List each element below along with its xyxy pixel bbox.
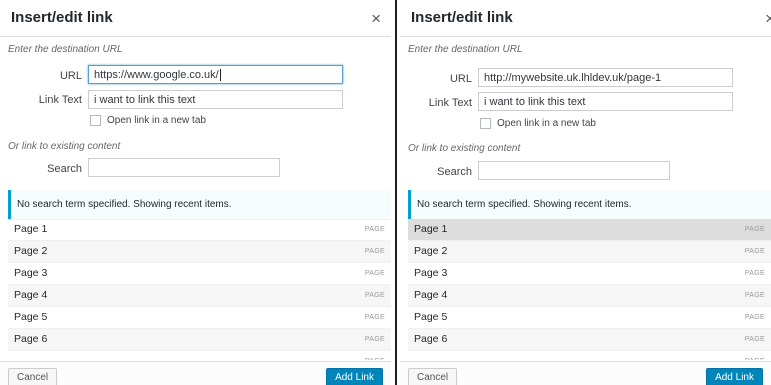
result-title: Page 5 — [14, 311, 48, 323]
result-type: PAGE — [745, 351, 765, 360]
result-row[interactable]: Page 1 PAGE — [408, 219, 771, 241]
search-label: Search — [47, 163, 82, 175]
divider — [0, 36, 391, 37]
result-row[interactable]: Page 5 PAGE — [408, 307, 771, 329]
search-input[interactable] — [478, 161, 670, 180]
new-tab-checkbox[interactable] — [90, 115, 101, 126]
result-row[interactable]: Page 2 PAGE — [8, 241, 391, 263]
result-type: PAGE — [364, 248, 385, 255]
link-text-label: Link Text — [38, 94, 82, 106]
dialog-footer: Cancel Add Link — [0, 361, 391, 385]
result-title: Page 3 — [14, 267, 48, 279]
result-row[interactable]: Page 1 PAGE — [8, 219, 391, 241]
url-label: URL — [449, 73, 472, 85]
link-dialog-left: Insert/edit link × Enter the destination… — [0, 0, 391, 385]
results-notice: No search term specified. Showing recent… — [408, 190, 771, 219]
result-type: PAGE — [744, 248, 765, 255]
search-label: Search — [437, 166, 472, 178]
link-text-input[interactable]: i want to link this text — [478, 92, 733, 111]
text-caret — [219, 69, 221, 82]
divider — [400, 36, 771, 37]
result-type: PAGE — [744, 336, 765, 343]
result-type: PAGE — [364, 292, 385, 299]
link-text-label: Link Text — [428, 97, 472, 109]
result-row[interactable]: Page 4 PAGE — [8, 285, 391, 307]
result-type: PAGE — [744, 226, 765, 233]
url-label: URL — [59, 70, 82, 82]
url-hint: Enter the destination URL — [408, 44, 523, 55]
add-link-button[interactable]: Add Link — [706, 368, 763, 385]
existing-content-hint: Or link to existing content — [408, 143, 521, 154]
new-tab-label: Open link in a new tab — [497, 118, 596, 129]
screenshot-divider — [391, 0, 400, 385]
result-title: Page 6 — [14, 333, 48, 345]
result-title: Page 2 — [414, 245, 448, 257]
existing-content-hint: Or link to existing content — [8, 141, 121, 152]
link-text-input[interactable]: i want to link this text — [88, 90, 343, 109]
search-input[interactable] — [88, 158, 280, 177]
dialog-footer: Cancel Add Link — [400, 361, 771, 385]
result-title: Page 6 — [414, 333, 448, 345]
close-icon[interactable]: × — [371, 9, 381, 29]
result-row[interactable]: PAGE — [408, 351, 771, 360]
result-row[interactable]: Page 6 PAGE — [408, 329, 771, 351]
result-title: Page 5 — [414, 311, 448, 323]
link-dialog-right: Insert/edit link × Enter the destination… — [400, 0, 771, 385]
url-input[interactable]: https://www.google.co.uk/ — [88, 65, 343, 84]
dialog-title: Insert/edit link — [11, 9, 113, 26]
result-type: PAGE — [744, 292, 765, 299]
cancel-button[interactable]: Cancel — [8, 368, 58, 385]
result-title: Page 4 — [414, 289, 448, 301]
search-results: No search term specified. Showing recent… — [408, 190, 771, 360]
new-tab-checkbox[interactable] — [480, 118, 491, 129]
new-tab-label: Open link in a new tab — [107, 115, 206, 126]
result-row[interactable]: Page 2 PAGE — [408, 241, 771, 263]
result-title: Page 4 — [14, 289, 48, 301]
result-type: PAGE — [744, 314, 765, 321]
close-icon[interactable]: × — [765, 9, 771, 29]
search-results: No search term specified. Showing recent… — [8, 190, 391, 360]
result-row[interactable]: Page 3 PAGE — [8, 263, 391, 285]
result-title: Page 2 — [14, 245, 48, 257]
result-title: Page 1 — [14, 223, 48, 235]
result-type: PAGE — [364, 270, 385, 277]
result-row[interactable]: Page 4 PAGE — [408, 285, 771, 307]
cancel-button[interactable]: Cancel — [408, 368, 458, 385]
result-type: PAGE — [364, 314, 385, 321]
result-row[interactable]: PAGE — [8, 351, 391, 360]
result-type: PAGE — [744, 270, 765, 277]
result-type: PAGE — [365, 351, 385, 360]
result-title: Page 1 — [414, 223, 448, 235]
result-row[interactable]: Page 5 PAGE — [8, 307, 391, 329]
add-link-button[interactable]: Add Link — [326, 368, 383, 385]
url-value: https://www.google.co.uk/ — [94, 69, 219, 81]
result-type: PAGE — [364, 226, 385, 233]
result-row[interactable]: Page 3 PAGE — [408, 263, 771, 285]
url-input[interactable]: http://mywebsite.uk.lhldev.uk/page-1 — [478, 68, 733, 87]
results-notice: No search term specified. Showing recent… — [8, 190, 391, 219]
result-type: PAGE — [364, 336, 385, 343]
result-title: Page 3 — [414, 267, 448, 279]
dialog-title: Insert/edit link — [411, 9, 513, 26]
url-hint: Enter the destination URL — [8, 44, 123, 55]
result-row[interactable]: Page 6 PAGE — [8, 329, 391, 351]
